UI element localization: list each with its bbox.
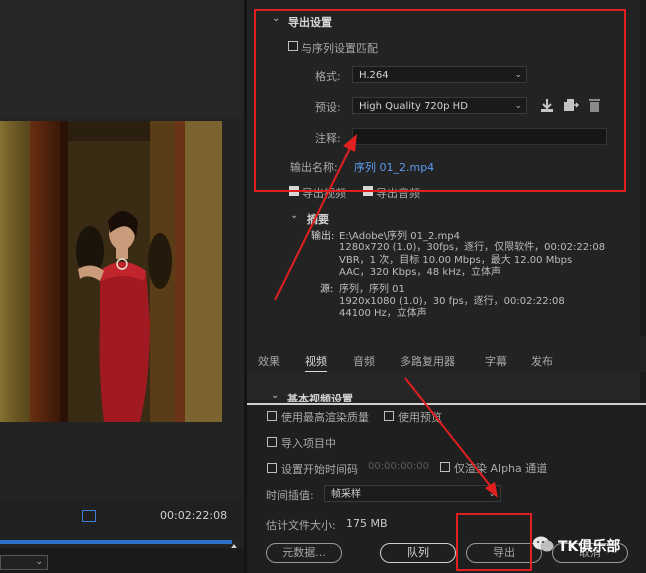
playhead-progress-bar[interactable] — [0, 540, 232, 544]
fit-frame-icon[interactable] — [82, 510, 96, 522]
preview-top-area — [0, 0, 244, 118]
watermark-text: TK俱乐部 — [558, 539, 621, 555]
source-range-select[interactable]: ⌄ — [0, 555, 48, 570]
queue-button[interactable]: 队列 — [380, 543, 456, 563]
wechat-logo-icon — [532, 535, 554, 553]
video-preview-frame — [0, 121, 222, 422]
annotation-arrows — [274, 134, 498, 498]
video-frame-image — [0, 121, 222, 422]
metadata-button[interactable]: 元数据... — [266, 543, 342, 563]
duration-timecode: 00:02:22:08 — [160, 509, 228, 522]
arrow-head-icon — [343, 134, 357, 152]
arrow-head-icon — [485, 482, 498, 498]
highlight-box-export — [456, 513, 532, 571]
chevron-down-icon: ⌄ — [35, 557, 43, 567]
